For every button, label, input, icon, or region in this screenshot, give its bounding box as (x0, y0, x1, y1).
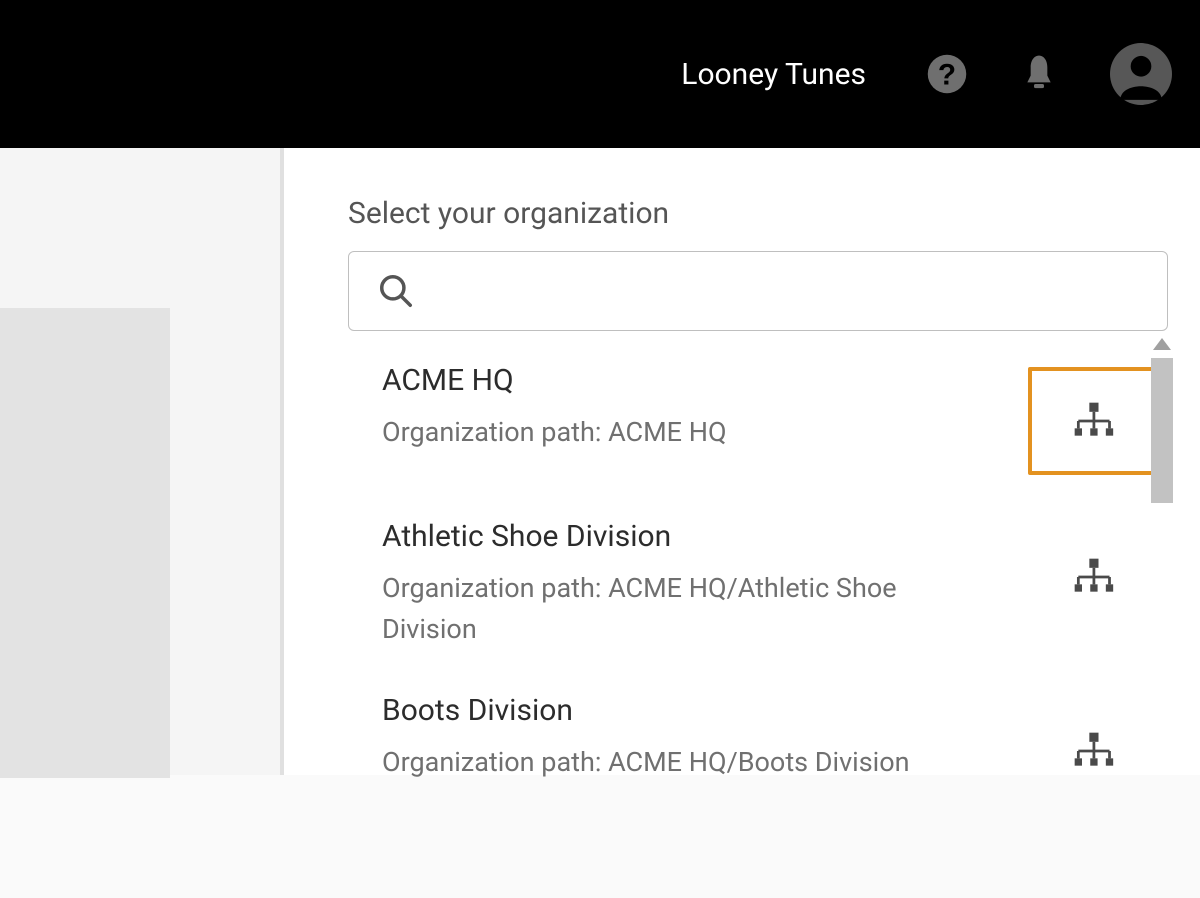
scroll-thumb[interactable] (1151, 358, 1173, 503)
context-name: Looney Tunes (681, 57, 866, 92)
bell-icon[interactable] (1018, 53, 1060, 95)
sidebar-placeholder (0, 308, 170, 778)
topbar: Looney Tunes ? (0, 0, 1200, 148)
org-item[interactable]: ACME HQ Organization path: ACME HQ (348, 341, 1158, 497)
org-item[interactable]: Boots Division Organization path: ACME H… (348, 671, 1158, 827)
org-path: Organization path: ACME HQ/Boots Divisio… (382, 742, 942, 783)
org-list: ACME HQ Organization path: ACME HQ Athle… (348, 341, 1158, 827)
org-name: Boots Division (382, 693, 1028, 728)
org-name: ACME HQ (382, 363, 1028, 398)
svg-text:?: ? (938, 59, 956, 92)
hierarchy-button[interactable] (1028, 697, 1158, 805)
hierarchy-button[interactable] (1028, 367, 1158, 475)
hierarchy-col (1028, 693, 1158, 805)
hierarchy-col (1028, 519, 1158, 631)
sidebar (0, 148, 280, 775)
search-input[interactable] (415, 261, 1167, 321)
layout: Select your organization ACME HQ Organiz… (0, 148, 1200, 775)
org-path: Organization path: ACME HQ/Athletic Shoe… (382, 568, 942, 649)
content: Select your organization ACME HQ Organiz… (284, 148, 1200, 775)
hierarchy-button[interactable] (1028, 523, 1158, 631)
hierarchy-icon (1071, 399, 1115, 443)
org-item[interactable]: Athletic Shoe Division Organization path… (348, 497, 1158, 671)
search-icon (377, 272, 415, 310)
org-text: Athletic Shoe Division Organization path… (348, 519, 1028, 649)
search-field[interactable] (348, 251, 1168, 331)
org-text: Boots Division Organization path: ACME H… (348, 693, 1028, 783)
scrollbar[interactable] (1150, 338, 1174, 898)
scroll-up-icon[interactable] (1153, 338, 1171, 350)
help-icon[interactable]: ? (926, 53, 968, 95)
hierarchy-col (1028, 363, 1158, 475)
org-path: Organization path: ACME HQ (382, 412, 942, 453)
avatar-icon[interactable] (1110, 43, 1172, 105)
page-title: Select your organization (348, 196, 1200, 231)
org-text: ACME HQ Organization path: ACME HQ (348, 363, 1028, 453)
hierarchy-icon (1071, 729, 1115, 773)
org-name: Athletic Shoe Division (382, 519, 1028, 554)
hierarchy-icon (1071, 555, 1115, 599)
